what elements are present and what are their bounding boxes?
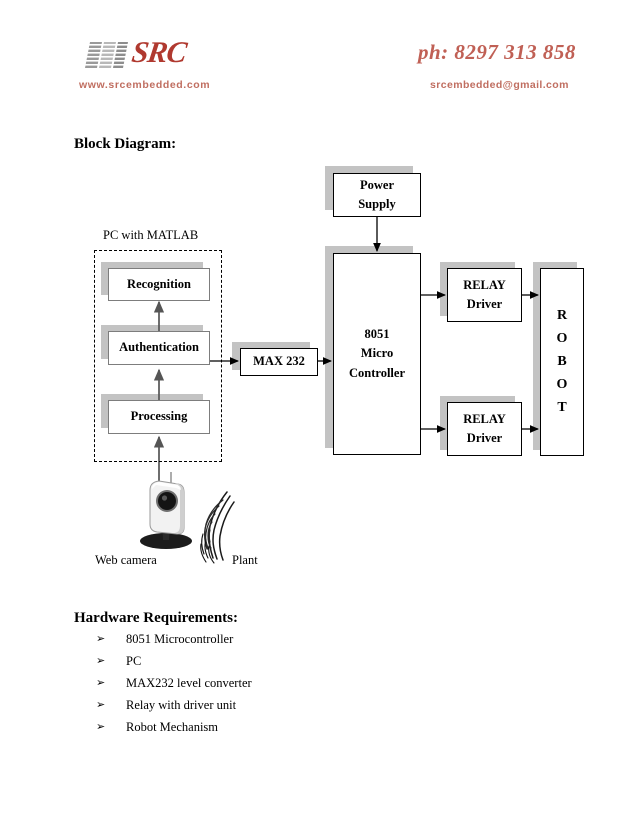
block-mcu-line3: Controller xyxy=(348,365,405,380)
list-item-label: MAX232 level converter xyxy=(126,676,252,690)
bullet-arrow-icon: ➢ xyxy=(96,698,106,711)
block-processing-label: Processing xyxy=(130,409,188,424)
robot-letter-2: B xyxy=(557,354,567,369)
bullet-arrow-icon: ➢ xyxy=(96,654,106,667)
list-item-label: Relay with driver unit xyxy=(126,698,237,712)
bullet-arrow-icon: ➢ xyxy=(96,720,106,733)
list-item: ➢ Relay with driver unit xyxy=(96,698,476,720)
block-max232-label: MAX 232 xyxy=(253,354,305,369)
bullet-arrow-icon: ➢ xyxy=(96,676,106,689)
block-mcu-line1: 8051 xyxy=(364,326,390,341)
plant-icon xyxy=(200,491,235,564)
list-item-label: PC xyxy=(126,654,142,668)
block-power-supply: Power Supply xyxy=(333,173,421,217)
block-relay-bottom-line2: Driver xyxy=(466,431,503,445)
block-relay-top-line1: RELAY xyxy=(463,277,506,292)
robot-letter-1: O xyxy=(556,331,568,346)
block-relay-driver-bottom: RELAY Driver xyxy=(447,402,522,456)
block-power-supply-line1: Power xyxy=(359,177,394,192)
list-item-label: 8051 Microcontroller xyxy=(126,632,234,646)
block-robot: R O B O T xyxy=(540,268,584,456)
block-authentication-label: Authentication xyxy=(119,340,199,355)
block-relay-driver-top: RELAY Driver xyxy=(447,268,522,322)
robot-letter-3: O xyxy=(556,377,568,392)
block-8051-microcontroller: 8051 Micro Controller xyxy=(333,253,421,455)
block-relay-bottom-line1: RELAY xyxy=(463,411,506,426)
list-item: ➢ PC xyxy=(96,654,476,676)
list-item: ➢ MAX232 level converter xyxy=(96,676,476,698)
block-relay-top-line2: Driver xyxy=(466,297,503,311)
block-recognition-label: Recognition xyxy=(127,276,191,291)
block-power-supply-line2: Supply xyxy=(358,197,396,211)
block-authentication: Authentication xyxy=(108,331,210,365)
list-item: ➢ 8051 Microcontroller xyxy=(96,632,476,654)
list-item-label: Robot Mechanism xyxy=(126,720,219,734)
hardware-requirements-list: ➢ 8051 Microcontroller ➢ PC ➢ MAX232 lev… xyxy=(96,632,476,742)
bullet-arrow-icon: ➢ xyxy=(96,632,106,645)
robot-letter-0: R xyxy=(556,308,568,323)
block-max232: MAX 232 xyxy=(240,348,318,376)
block-recognition: Recognition xyxy=(108,268,210,301)
block-mcu-line2: Micro xyxy=(360,346,394,361)
robot-letter-4: T xyxy=(557,400,567,415)
list-item: ➢ Robot Mechanism xyxy=(96,720,476,742)
hardware-requirements-heading: Hardware Requirements: xyxy=(74,610,239,626)
block-processing: Processing xyxy=(108,400,210,434)
block-diagram: PC with MATLAB Recognition Authenticatio… xyxy=(0,0,638,600)
